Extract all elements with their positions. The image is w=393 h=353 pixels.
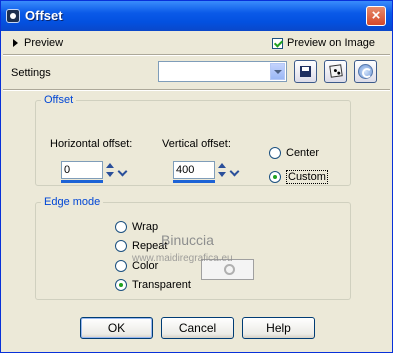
expand-arrow-icon	[13, 39, 18, 47]
save-icon	[300, 66, 311, 77]
radio-selected-icon[interactable]	[115, 279, 127, 291]
ok-button[interactable]: OK	[80, 317, 153, 339]
preview-on-image-checkbox[interactable]: Preview on Image	[272, 37, 375, 49]
vertical-offset-slider[interactable]	[173, 180, 215, 183]
divider	[3, 54, 390, 56]
watermark-url: www.maidiregrafica.eu	[132, 253, 233, 264]
preview-toggle[interactable]: Preview	[13, 37, 63, 49]
transparent-radio[interactable]: Transparent	[115, 279, 191, 291]
chevron-down-icon[interactable]	[117, 162, 130, 180]
spin-arrows-icon[interactable]	[104, 163, 117, 179]
radio-unselected-icon[interactable]	[269, 147, 281, 159]
wrap-label: Wrap	[132, 221, 159, 233]
radio-unselected-icon[interactable]	[115, 240, 127, 252]
radio-unselected-icon[interactable]	[115, 221, 127, 233]
close-icon: ×	[371, 7, 381, 24]
custom-radio[interactable]: Custom	[269, 170, 328, 184]
edge-mode-legend: Edge mode	[44, 196, 101, 208]
chevron-down-icon[interactable]	[229, 162, 242, 180]
settings-dropdown[interactable]	[158, 61, 287, 82]
offset-group: Offset Horizontal offset: 0 Vertical off…	[35, 94, 351, 186]
spin-arrows-icon[interactable]	[216, 163, 229, 179]
cancel-button[interactable]: Cancel	[161, 317, 234, 339]
wrap-radio[interactable]: Wrap	[115, 221, 158, 233]
reset-button[interactable]	[354, 60, 377, 83]
center-label: Center	[286, 147, 320, 159]
repeat-radio[interactable]: Repeat	[115, 240, 167, 252]
chevron-down-icon[interactable]	[270, 63, 285, 80]
horizontal-offset-spinner[interactable]: 0	[61, 161, 131, 183]
vertical-offset-input[interactable]: 400	[173, 161, 215, 179]
settings-panel: Offset Horizontal offset: 0 Vertical off…	[35, 94, 355, 304]
custom-label: Custom	[286, 170, 328, 184]
color-picker-icon	[224, 264, 235, 275]
radio-selected-icon[interactable]	[269, 171, 281, 183]
randomize-button[interactable]	[324, 60, 347, 83]
window-title: Offset	[25, 8, 63, 23]
title-bar[interactable]: Offset ×	[1, 1, 392, 31]
edge-mode-group: Edge mode Wrap Repeat Color Transparent	[35, 196, 351, 300]
checkbox-checked-icon[interactable]	[272, 37, 283, 49]
horizontal-offset-slider[interactable]	[61, 180, 103, 183]
save-preset-button[interactable]	[294, 60, 317, 83]
transparent-label: Transparent	[132, 279, 191, 291]
offset-legend: Offset	[44, 94, 74, 106]
reset-icon	[358, 64, 373, 79]
effect-icon	[6, 9, 20, 23]
close-button[interactable]: ×	[366, 6, 386, 26]
vertical-offset-spinner[interactable]: 400	[173, 161, 243, 183]
center-radio[interactable]: Center	[269, 147, 319, 159]
preview-on-image-label: Preview on Image	[287, 37, 376, 49]
preview-label: Preview	[24, 37, 64, 49]
horizontal-offset-input[interactable]: 0	[61, 161, 103, 179]
radio-unselected-icon[interactable]	[115, 260, 127, 272]
offset-dialog: Offset × Preview Preview on Image Settin…	[0, 0, 393, 353]
watermark-name: Binuccia	[161, 232, 214, 248]
dice-icon	[329, 64, 343, 78]
help-button[interactable]: Help	[242, 317, 315, 339]
vertical-offset-label: Vertical offset:	[162, 138, 231, 150]
horizontal-offset-label: Horizontal offset:	[50, 138, 133, 150]
settings-label: Settings	[11, 67, 51, 79]
divider	[3, 89, 390, 91]
